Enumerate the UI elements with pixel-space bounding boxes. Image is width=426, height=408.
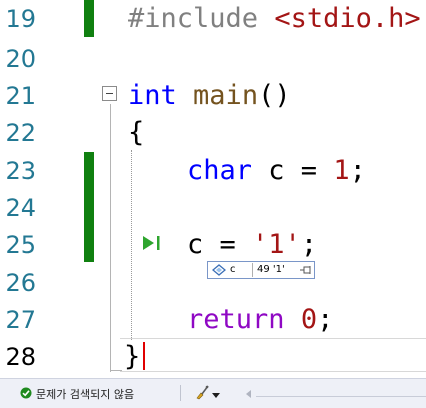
code-line-28[interactable]: } xyxy=(124,338,140,376)
current-line-highlight xyxy=(120,338,426,372)
datatip-value[interactable]: 49 '1' xyxy=(257,264,285,275)
include-header: <stdio.h> xyxy=(274,3,421,34)
code-line-25[interactable]: c = '1'; xyxy=(187,226,317,264)
pin-icon[interactable] xyxy=(300,265,312,278)
line-number: 26 xyxy=(5,269,36,297)
code-line-22[interactable]: { xyxy=(128,114,144,152)
literal: 0 xyxy=(300,304,318,335)
line-number: 24 xyxy=(5,194,36,222)
line-number: 22 xyxy=(5,119,36,147)
keyword-return: return xyxy=(187,304,285,335)
close-brace: } xyxy=(124,341,141,372)
text-caret xyxy=(143,342,145,370)
status-bar: 문제가 검색되지 않음 xyxy=(0,378,426,408)
code-line-19[interactable]: #include <stdio.h> xyxy=(128,0,421,38)
char-literal: '1' xyxy=(252,229,301,260)
scroll-left-icon[interactable] xyxy=(246,388,252,401)
assignment: c = xyxy=(187,229,253,260)
line-number: 20 xyxy=(5,45,36,73)
keyword-int: int xyxy=(128,80,177,111)
code-line-21[interactable]: int main() xyxy=(128,77,291,115)
line-number-current: 28 xyxy=(5,343,36,371)
datatip[interactable]: c 49 '1' xyxy=(207,261,315,279)
function-name: main xyxy=(193,80,259,111)
status-separator xyxy=(180,385,181,401)
datatip-variable: c xyxy=(230,264,236,275)
code-line-23[interactable]: char c = 1; xyxy=(187,152,366,190)
dropdown-caret-icon[interactable] xyxy=(212,389,220,402)
variable-icon xyxy=(211,264,227,279)
preprocessor-directive: #include xyxy=(128,3,259,34)
declaration: c = xyxy=(252,155,334,186)
change-bar xyxy=(84,152,94,262)
datatip-separator xyxy=(252,263,253,277)
collapse-toggle[interactable] xyxy=(102,86,117,101)
line-number: 19 xyxy=(5,5,36,33)
code-cleanup-brush-icon[interactable] xyxy=(194,384,210,403)
change-bar xyxy=(84,0,94,37)
semicolon: ; xyxy=(317,304,334,335)
code-line-27[interactable]: return 0; xyxy=(187,301,333,339)
keyword-char: char xyxy=(187,155,253,186)
run-to-click-icon[interactable] xyxy=(142,234,164,256)
indent-guide xyxy=(131,150,132,340)
line-number: 21 xyxy=(5,82,36,110)
line-number: 23 xyxy=(5,157,36,185)
semicolon: ; xyxy=(349,155,366,186)
issues-status[interactable]: 문제가 검색되지 않음 xyxy=(36,386,134,402)
parens: () xyxy=(258,80,291,111)
literal: 1 xyxy=(333,155,350,186)
check-circle-icon[interactable] xyxy=(20,387,32,402)
horizontal-scrollbar[interactable] xyxy=(256,396,426,397)
outline-guide xyxy=(110,104,111,372)
semicolon: ; xyxy=(300,229,318,260)
code-editor[interactable]: 19 20 21 22 23 24 25 26 27 28 #include <… xyxy=(0,0,426,378)
line-number: 25 xyxy=(5,231,36,259)
open-brace: { xyxy=(128,117,145,148)
line-number: 27 xyxy=(5,306,36,334)
